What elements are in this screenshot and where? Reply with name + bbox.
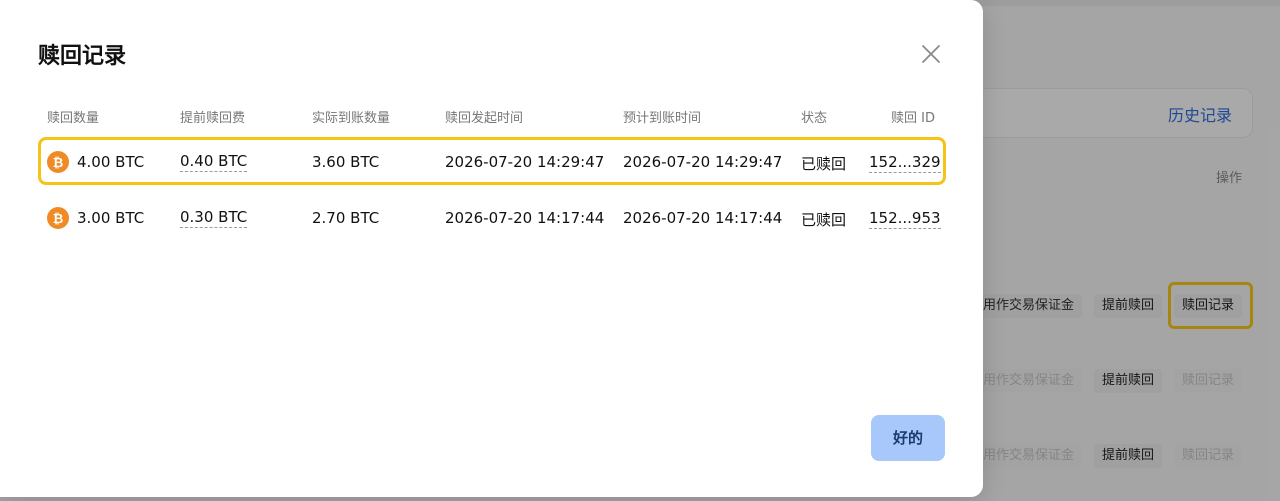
col-header-status: 状态: [801, 111, 828, 126]
redeem-amount: 3.00 BTC: [77, 209, 145, 227]
redeem-id[interactable]: 152...329: [869, 153, 941, 173]
close-button[interactable]: [918, 41, 944, 67]
redeem-id[interactable]: 152...953: [869, 209, 941, 229]
early-redeem-fee[interactable]: 0.40 BTC: [180, 152, 248, 172]
col-header-id: 赎回 ID: [891, 111, 935, 126]
col-header-eta-time: 预计到账时间: [623, 111, 702, 126]
start-time: 2026-07-20 14:29:47: [445, 153, 605, 171]
bitcoin-icon: ₿: [47, 151, 69, 173]
eta-time: 2026-07-20 14:17:44: [623, 209, 783, 227]
svg-text:₿: ₿: [53, 156, 64, 171]
redemption-record-modal: 赎回记录 赎回数量 提前赎回费 实际到账数量 赎回发起时间 预计到账时间 状态 …: [0, 0, 983, 497]
close-icon: [922, 45, 940, 63]
received-amount: 2.70 BTC: [312, 209, 380, 227]
col-header-fee: 提前赎回费: [180, 111, 246, 126]
modal-title: 赎回记录: [38, 44, 127, 69]
early-redeem-fee[interactable]: 0.30 BTC: [180, 208, 248, 228]
start-time: 2026-07-20 14:17:44: [445, 209, 605, 227]
redeem-amount: 4.00 BTC: [77, 153, 145, 171]
svg-text:₿: ₿: [53, 212, 64, 227]
status-text: 已赎回: [801, 155, 847, 173]
received-amount: 3.60 BTC: [312, 153, 380, 171]
col-header-start-time: 赎回发起时间: [445, 111, 524, 126]
bitcoin-icon: ₿: [47, 207, 69, 229]
table-row: ₿ 3.00 BTC 0.30 BTC 2.70 BTC 2026-07-20 …: [38, 193, 946, 241]
table-row: ₿ 4.00 BTC 0.40 BTC 3.60 BTC 2026-07-20 …: [38, 137, 946, 185]
eta-time: 2026-07-20 14:29:47: [623, 153, 783, 171]
status-text: 已赎回: [801, 211, 847, 229]
col-header-amount: 赎回数量: [47, 111, 100, 126]
col-header-received: 实际到账数量: [312, 111, 391, 126]
ok-button[interactable]: 好的: [871, 415, 945, 461]
